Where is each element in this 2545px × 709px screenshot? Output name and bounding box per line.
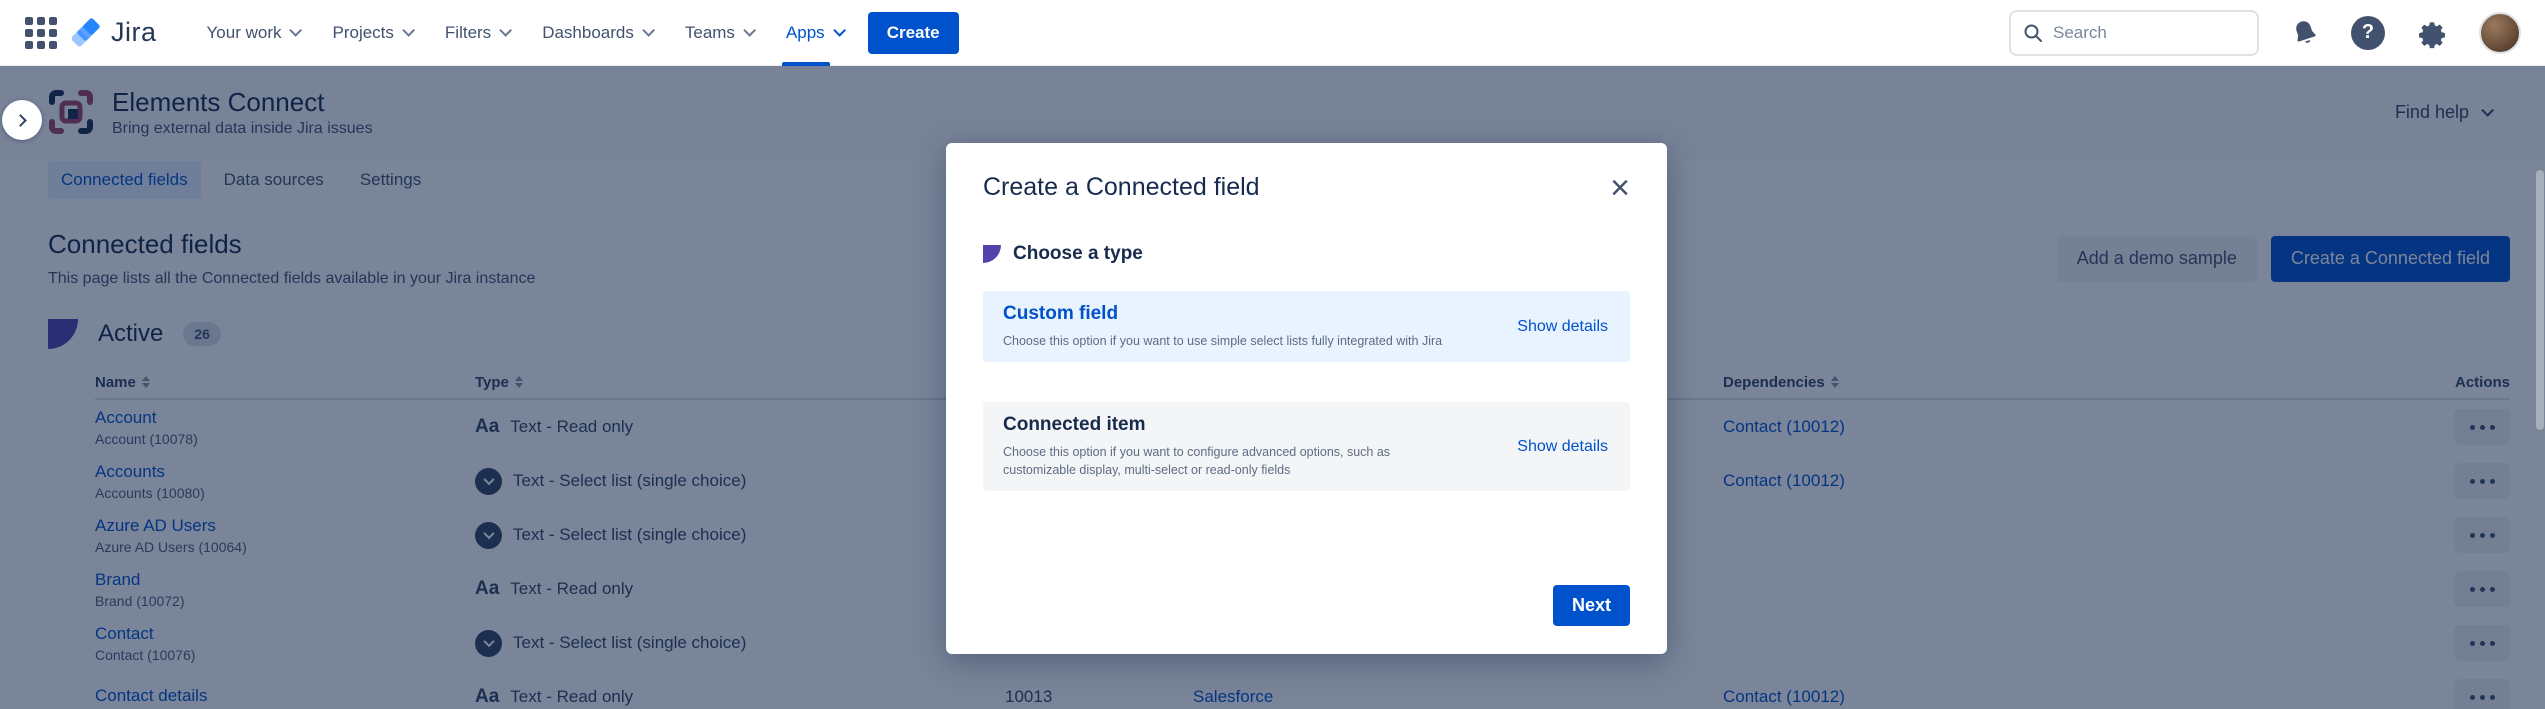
- option-description: Choose this option if you want to config…: [1003, 443, 1443, 479]
- type-option-card[interactable]: Connected item Choose this option if you…: [983, 402, 1630, 491]
- next-button[interactable]: Next: [1553, 585, 1630, 626]
- sidebar-expand-button[interactable]: [2, 100, 42, 140]
- nav-item-your-work[interactable]: Your work: [193, 0, 313, 66]
- modal-footer: Next: [983, 585, 1630, 626]
- close-icon[interactable]: ×: [1602, 167, 1638, 209]
- nav-item-teams[interactable]: Teams: [671, 0, 766, 66]
- nav-item-filters[interactable]: Filters: [431, 0, 522, 66]
- primary-nav: Your workProjectsFiltersDashboardsTeamsA…: [193, 0, 856, 66]
- create-connected-field-modal: Create a Connected field × Choose a type…: [946, 143, 1667, 654]
- step-title: Choose a type: [1013, 243, 1143, 265]
- settings-button[interactable]: [2415, 16, 2449, 50]
- notifications-button[interactable]: [2289, 17, 2321, 49]
- search-input[interactable]: [2053, 23, 2233, 43]
- user-avatar[interactable]: [2479, 12, 2521, 54]
- create-button[interactable]: Create: [868, 12, 959, 54]
- chevron-down-icon: [499, 24, 512, 37]
- chevron-right-icon: [14, 114, 27, 127]
- nav-right-cluster: ?: [2009, 10, 2521, 56]
- type-options: Custom field Choose this option if you w…: [983, 265, 1630, 491]
- modal-title: Create a Connected field: [983, 173, 1260, 202]
- flag-icon: [983, 245, 1001, 263]
- jira-wordmark: Jira: [111, 17, 157, 48]
- nav-item-dashboards[interactable]: Dashboards: [528, 0, 665, 66]
- bell-icon: [2289, 17, 2321, 49]
- top-navigation: Jira Your workProjectsFiltersDashboardsT…: [0, 0, 2545, 66]
- question-mark-icon: ?: [2351, 16, 2385, 50]
- app-switcher-icon[interactable]: [24, 16, 58, 50]
- jira-mark-icon: [72, 18, 102, 48]
- chevron-down-icon: [833, 24, 846, 37]
- chevron-down-icon: [743, 24, 756, 37]
- option-title: Connected item: [1003, 414, 1610, 436]
- chevron-down-icon: [290, 24, 303, 37]
- help-button[interactable]: ?: [2351, 16, 2385, 50]
- option-description: Choose this option if you want to use si…: [1003, 332, 1563, 350]
- chevron-down-icon: [642, 24, 655, 37]
- gear-icon: [2415, 16, 2449, 50]
- type-option-card[interactable]: Custom field Choose this option if you w…: [983, 291, 1630, 362]
- show-details-link[interactable]: Show details: [1517, 438, 1608, 456]
- jira-logo[interactable]: Jira: [72, 17, 157, 48]
- nav-item-projects[interactable]: Projects: [318, 0, 424, 66]
- chevron-down-icon: [402, 24, 415, 37]
- nav-item-apps[interactable]: Apps: [772, 0, 856, 66]
- show-details-link[interactable]: Show details: [1517, 318, 1608, 336]
- modal-header: Create a Connected field ×: [983, 173, 1630, 209]
- step-header: Choose a type: [983, 243, 1630, 265]
- search-box[interactable]: [2009, 10, 2259, 56]
- search-icon: [2023, 23, 2043, 43]
- scrollbar-thumb[interactable]: [2536, 170, 2544, 430]
